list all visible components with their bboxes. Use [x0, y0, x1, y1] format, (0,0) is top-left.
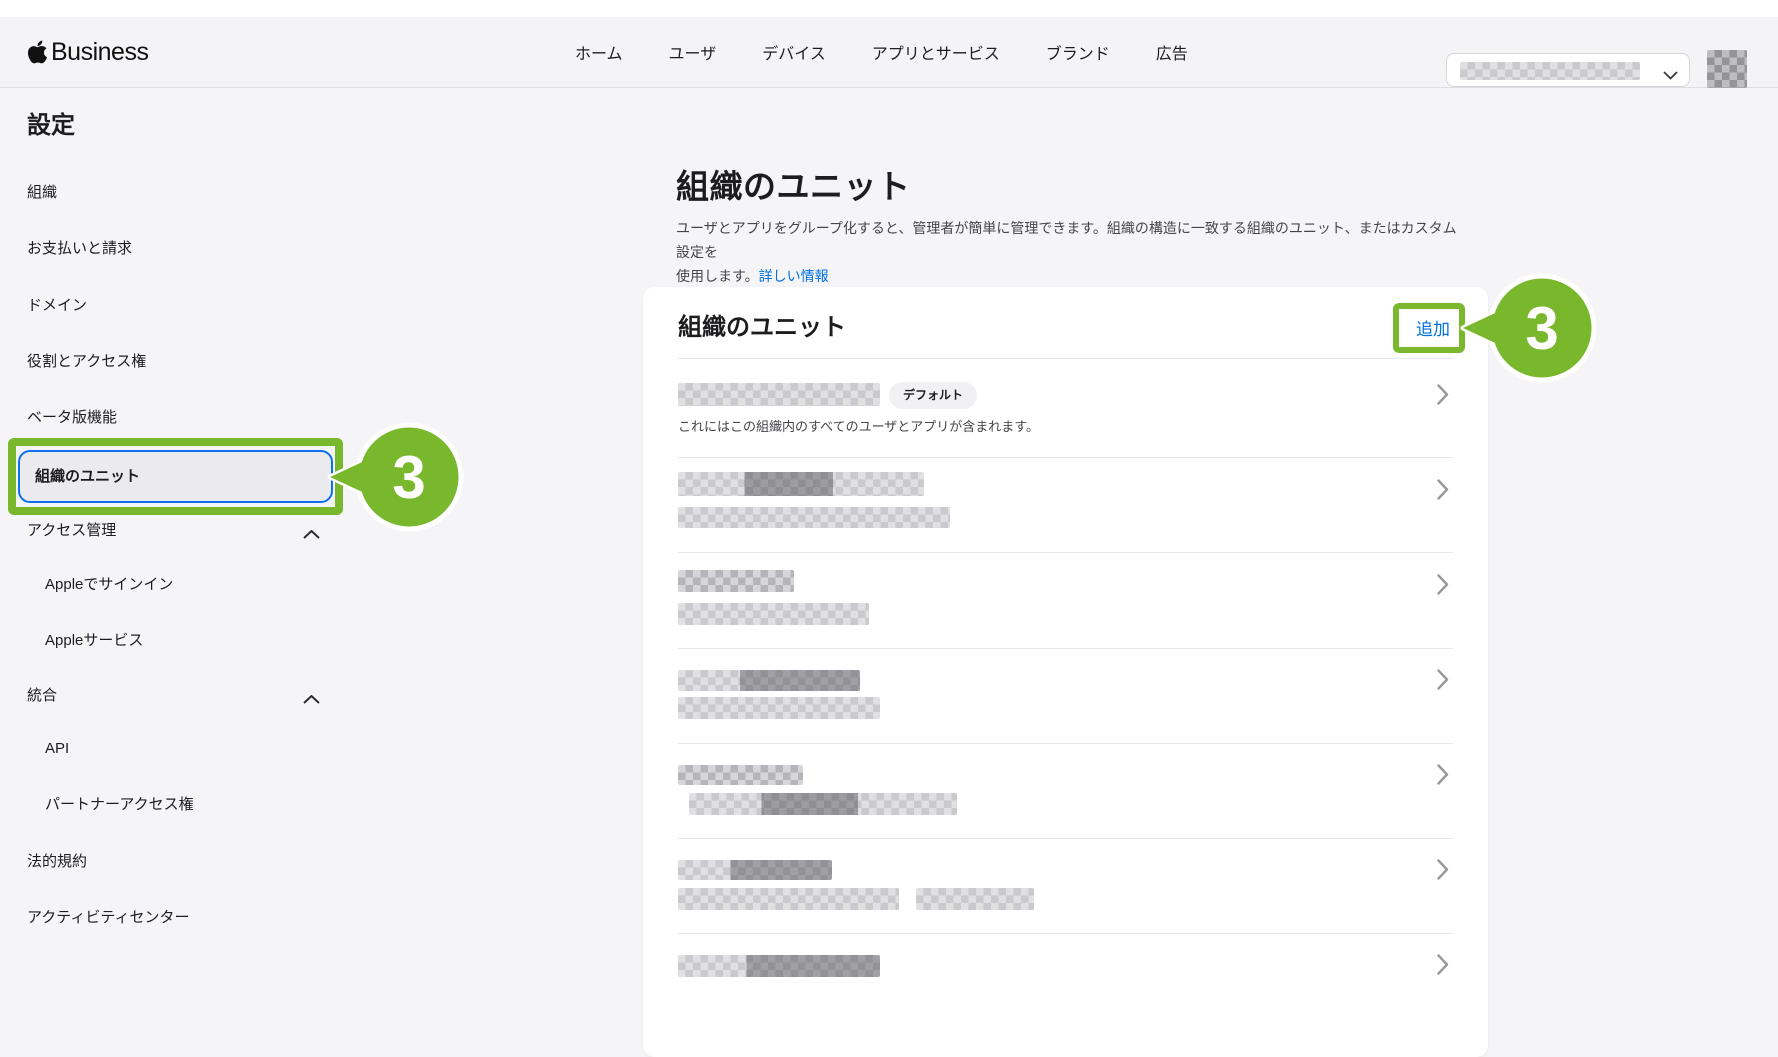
nav-item-devices[interactable]: デバイス [762, 40, 826, 64]
redacted-unit-subtitle [678, 603, 869, 625]
user-avatar[interactable] [1707, 50, 1747, 88]
sidebar-item-sign-in-with-apple[interactable]: Appleでサインイン [45, 570, 173, 600]
chevron-right-icon [1437, 669, 1449, 690]
annotation-step-number: 3 [392, 444, 425, 511]
chevron-down-icon [1663, 67, 1678, 85]
sidebar-item-beta-features[interactable]: ベータ版機能 [27, 403, 117, 433]
sidebar-item-api[interactable]: API [45, 734, 69, 764]
nav-item-users[interactable]: ユーザ [669, 40, 717, 64]
divider [678, 358, 1453, 359]
divider [678, 838, 1453, 839]
divider [678, 933, 1453, 934]
sidebar-item-roles-access[interactable]: 役割とアクセス権 [27, 347, 146, 377]
org-unit-description: これにはこの組織内のすべてのユーザとアプリが含まれます。 [678, 416, 1039, 435]
redacted-unit-name [678, 570, 794, 592]
chevron-right-icon [1437, 574, 1449, 595]
app-header-bar: Business ホーム ユーザ デバイス アプリとサービス ブランド 広告 [0, 17, 1778, 88]
redacted-unit-subtitle [916, 888, 1034, 910]
sidebar-item-organization[interactable]: 組織 [27, 178, 57, 208]
annotation-step-callout: 3 [322, 407, 482, 547]
redacted-unit-name [678, 383, 880, 406]
organization-selector[interactable] [1446, 53, 1690, 87]
divider [678, 648, 1453, 649]
chevron-right-icon [1437, 764, 1449, 785]
nav-item-apps-services[interactable]: アプリとサービス [872, 40, 1000, 64]
default-badge: デフォルト [889, 382, 977, 409]
card-title: 組織のユニット [678, 307, 846, 342]
nav-item-home[interactable]: ホーム [575, 40, 623, 64]
redacted-unit-subtitle [678, 888, 899, 910]
redacted-unit-name [678, 472, 924, 496]
redacted-unit-name [678, 765, 803, 785]
sidebar-item-access-management[interactable]: アクセス管理 [27, 516, 116, 546]
divider [678, 743, 1453, 744]
page-title: 組織のユニット [676, 160, 911, 208]
settings-sidebar-title: 設定 [27, 105, 75, 140]
divider [678, 457, 1453, 458]
nav-item-ads[interactable]: 広告 [1156, 40, 1188, 64]
learn-more-link[interactable]: 詳しい情報 [759, 268, 829, 284]
brand-text: Business [51, 38, 148, 67]
primary-nav: ホーム ユーザ デバイス アプリとサービス ブランド 広告 [575, 17, 1188, 87]
page-description: ユーザとアプリをグループ化すると、管理者が簡単に管理できます。組織の構造に一致す… [676, 216, 1466, 288]
top-white-strip [0, 0, 1778, 17]
apple-business-logo[interactable]: Business [27, 17, 148, 87]
annotation-highlight-box-sidebar [8, 438, 343, 515]
annotation-step-callout: 3 [1455, 258, 1615, 398]
chevron-up-icon[interactable] [303, 691, 320, 700]
sidebar-item-activity-center[interactable]: アクティビティセンター [27, 903, 189, 933]
description-line2: 使用します。 [676, 268, 759, 284]
divider [678, 552, 1453, 553]
redacted-unit-name [678, 955, 880, 977]
sidebar-item-payments-billing[interactable]: お支払いと請求 [27, 234, 132, 264]
chevron-right-icon [1437, 384, 1449, 405]
redacted-organization-name [1460, 62, 1640, 80]
redacted-unit-subtitle [689, 793, 957, 815]
organizational-units-card: 組織のユニット 追加 デフォルト これにはこの組織内のすべてのユーザとアプリが含… [643, 287, 1488, 1057]
sidebar-item-apple-services[interactable]: Appleサービス [45, 626, 143, 656]
chevron-right-icon [1437, 479, 1449, 500]
redacted-unit-subtitle [678, 507, 950, 528]
annotation-step-number: 3 [1525, 295, 1558, 362]
chevron-right-icon [1437, 859, 1449, 880]
apple-logo-icon [27, 39, 48, 65]
redacted-unit-name [678, 670, 860, 691]
chevron-right-icon [1437, 954, 1449, 975]
sidebar-item-domains[interactable]: ドメイン [27, 291, 87, 321]
sidebar-item-legal-terms[interactable]: 法的規約 [27, 847, 87, 877]
apple-business-manager-screen: Business ホーム ユーザ デバイス アプリとサービス ブランド 広告 設… [0, 0, 1778, 1000]
chevron-up-icon[interactable] [303, 526, 320, 535]
redacted-unit-subtitle [678, 697, 880, 719]
nav-item-brand[interactable]: ブランド [1046, 40, 1110, 64]
sidebar-item-partner-access[interactable]: パートナーアクセス権 [45, 790, 194, 820]
description-line1: ユーザとアプリをグループ化すると、管理者が簡単に管理できます。組織の構造に一致す… [676, 220, 1457, 260]
sidebar-item-integrations[interactable]: 統合 [27, 681, 57, 711]
redacted-unit-name [678, 860, 832, 880]
